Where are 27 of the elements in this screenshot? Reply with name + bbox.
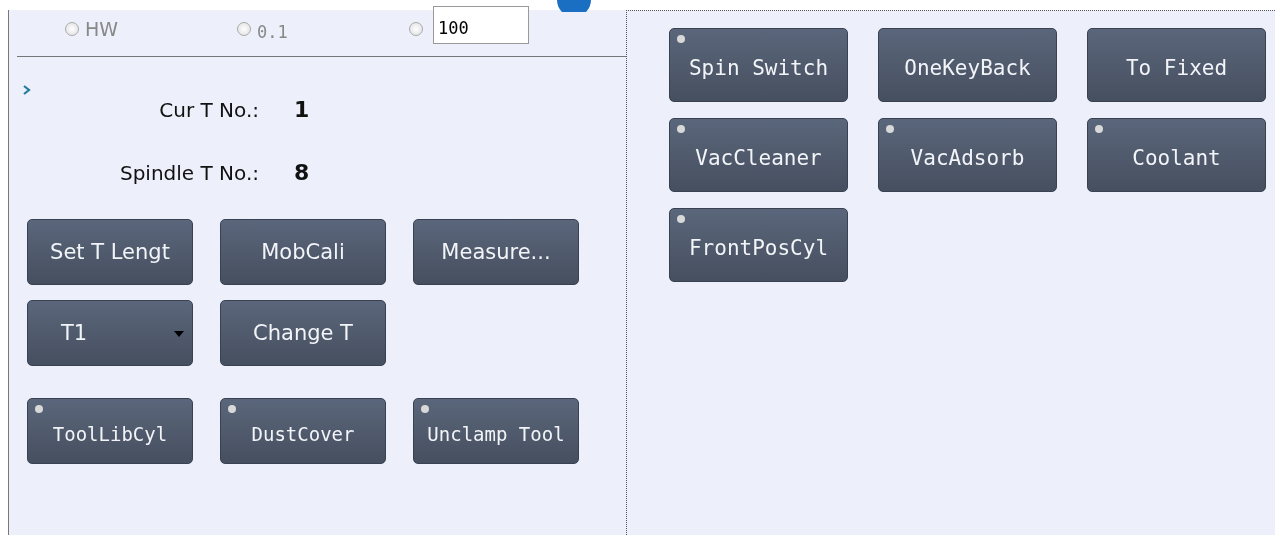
tool-dropdown[interactable]: T1 [27,300,193,366]
field-value: 8 [294,160,310,185]
radio-button[interactable] [237,21,251,36]
action-button[interactable]: MobCali [220,219,386,285]
step-input-field[interactable]: 100 [433,5,529,44]
toggle-button[interactable]: VacAdsorb [878,118,1057,192]
caret-icon [174,331,184,337]
chevron-icon[interactable] [23,85,31,95]
toggle-button[interactable]: DustCover [220,398,386,464]
action-button[interactable]: Change T [220,300,386,366]
toggle-button[interactable]: VacCleaner [669,118,848,192]
field-label: Cur T No.: [158,97,259,122]
radio-label: 0.1 [257,20,288,42]
field-value: 1 [294,97,310,122]
action-button[interactable]: Set T Lengt [27,219,193,285]
toggle-button[interactable]: Spin Switch [669,28,848,102]
radio-label: HW [85,17,119,40]
field-label: Spindle T No.: [118,160,259,185]
radio-button[interactable] [65,21,79,36]
toggle-button[interactable]: ToolLibCyl [27,398,193,464]
action-button[interactable]: To Fixed [1087,28,1266,102]
radio-button[interactable] [409,21,423,36]
toggle-button[interactable]: FrontPosCyl [669,208,848,282]
action-button[interactable]: Measure... [413,219,579,285]
toggle-button[interactable]: Unclamp Tool [413,398,579,464]
action-button[interactable]: OneKeyBack [878,28,1057,102]
toggle-button[interactable]: Coolant [1087,118,1266,192]
